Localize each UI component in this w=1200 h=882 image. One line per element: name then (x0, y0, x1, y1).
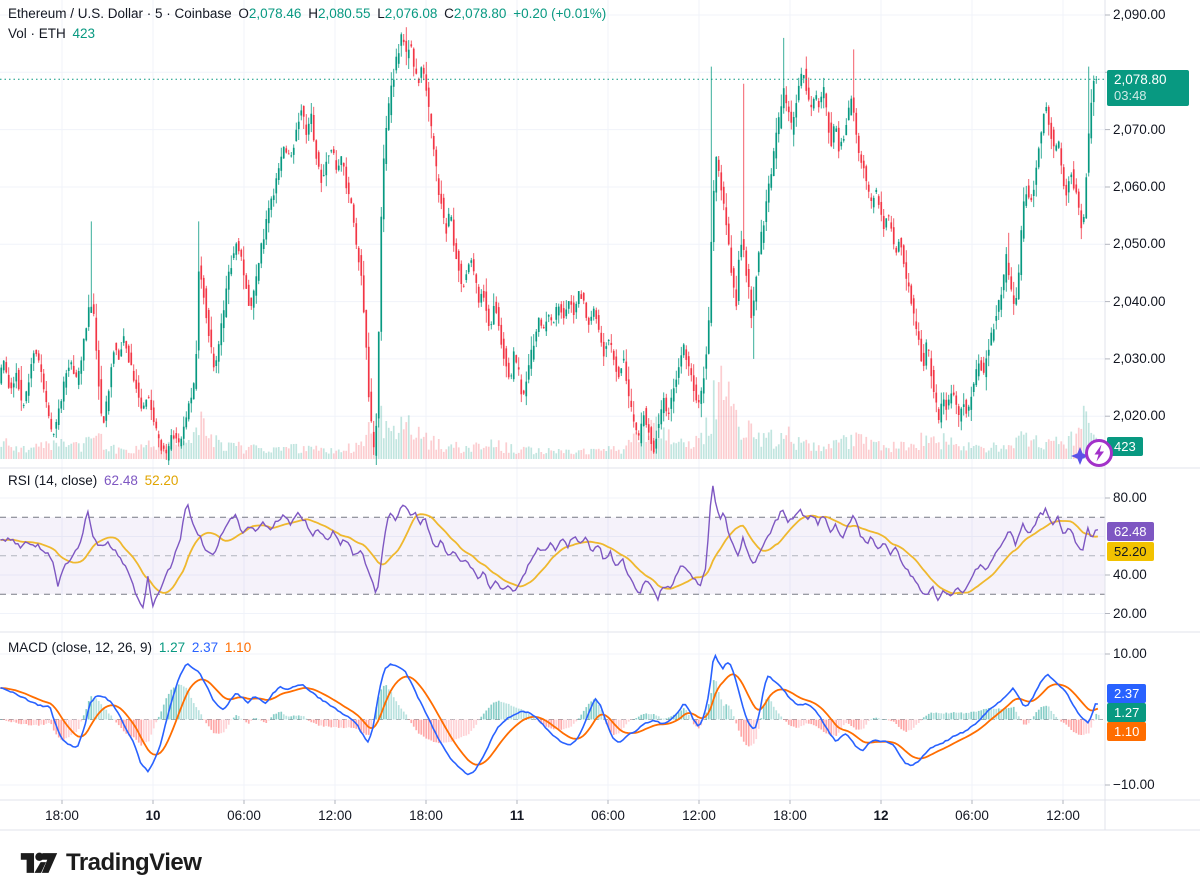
price-axis-label: 2,020.00 (1113, 408, 1166, 423)
lightning-icon (1087, 441, 1112, 466)
tradingview-logo[interactable]: TradingView (20, 848, 201, 878)
tradingview-logo-icon (20, 848, 58, 878)
macd-line-value: 2.37 (192, 640, 218, 655)
close-value: 2,078.80 (454, 6, 507, 21)
volume-value: 423 (73, 26, 96, 41)
time-axis-label: 18:00 (773, 808, 807, 823)
price-axis-label: 2,040.00 (1113, 294, 1166, 309)
time-axis-label: 18:00 (409, 808, 443, 823)
macd-hist-badge: 1.27 (1107, 703, 1146, 722)
rsi-axis-label: 40.00 (1113, 567, 1147, 582)
rsi-ma-badge: 52.20 (1107, 542, 1154, 561)
high-value: 2,080.55 (318, 6, 371, 21)
macd-legend[interactable]: MACD (close, 12, 26, 9) 1.27 2.37 1.10 (8, 640, 254, 655)
macd-line-badge: 2.37 (1107, 684, 1146, 703)
price-axis-label: 2,090.00 (1113, 7, 1166, 22)
macd-axis-label: −10.00 (1113, 777, 1155, 792)
low-label: L (377, 6, 385, 21)
price-axis-label: 2,070.00 (1113, 122, 1166, 137)
macd-axis-label: 10.00 (1113, 646, 1147, 661)
rsi-value: 62.48 (104, 473, 138, 488)
time-axis-label: 12:00 (682, 808, 716, 823)
low-value: 2,076.08 (385, 6, 438, 21)
time-axis-label: 06:00 (955, 808, 989, 823)
rsi-legend[interactable]: RSI (14, close) 62.48 52.20 (8, 473, 181, 488)
tradingview-logo-text: TradingView (66, 849, 201, 877)
time-axis-label: 06:00 (591, 808, 625, 823)
time-axis-label: 12:00 (1046, 808, 1080, 823)
price-axis-label: 2,030.00 (1113, 351, 1166, 366)
time-axis-label: 12:00 (318, 808, 352, 823)
volume-legend[interactable]: Vol · ETH 423 (8, 26, 98, 41)
volume-label: Vol · ETH (8, 26, 66, 41)
time-axis-label: 18:00 (45, 808, 79, 823)
current-price-value: 2,078.80 (1114, 72, 1182, 88)
open-label: O (238, 6, 249, 21)
boost-button[interactable] (1068, 433, 1126, 475)
rsi-ma-value: 52.20 (145, 473, 179, 488)
high-label: H (308, 6, 318, 21)
rsi-axis-label: 80.00 (1113, 490, 1147, 505)
chart-canvas[interactable] (0, 0, 1200, 832)
time-axis-label: 12 (873, 808, 888, 823)
symbol-legend[interactable]: Ethereum / U.S. Dollar · 5 · Coinbase O2… (8, 6, 609, 21)
macd-signal-value: 1.10 (225, 640, 251, 655)
change-value: +0.20 (+0.01%) (513, 6, 606, 21)
rsi-axis-label: 20.00 (1113, 606, 1147, 621)
price-axis-label: 2,060.00 (1113, 179, 1166, 194)
symbol-title: Ethereum / U.S. Dollar · 5 · Coinbase (8, 6, 232, 21)
time-axis-label: 06:00 (227, 808, 261, 823)
macd-signal-badge: 1.10 (1107, 722, 1146, 741)
close-label: C (444, 6, 454, 21)
bar-countdown: 03:48 (1114, 88, 1182, 104)
current-price-badge: 2,078.80 03:48 (1107, 70, 1189, 106)
time-axis-label: 11 (510, 808, 524, 823)
rsi-title: RSI (14, close) (8, 473, 97, 488)
open-value: 2,078.46 (249, 6, 302, 21)
macd-title: MACD (close, 12, 26, 9) (8, 640, 152, 655)
rsi-badge: 62.48 (1107, 522, 1154, 541)
macd-hist-value: 1.27 (159, 640, 185, 655)
price-axis-label: 2,050.00 (1113, 236, 1166, 251)
time-axis-label: 10 (145, 808, 160, 823)
tradingview-chart-window: { "header": { "symbol": "Ethereum / U.S.… (0, 0, 1200, 882)
